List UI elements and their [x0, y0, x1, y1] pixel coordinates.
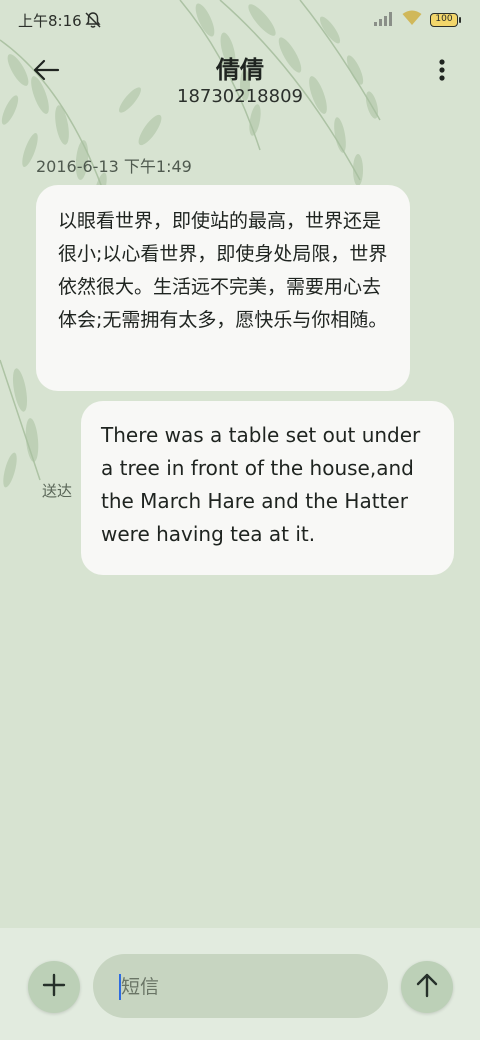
contact-name: 倩倩 — [216, 56, 264, 84]
delivered-status: 送达 — [42, 482, 73, 500]
outgoing-message-text: There was a table set out under a tree i… — [101, 423, 421, 546]
status-indicators: 100 — [374, 10, 461, 30]
incoming-message-text: 以眼看世界，即使站的最高，世界还是很小;以心看世界，即使身处局限，世界依然很大。… — [58, 210, 388, 331]
wifi-icon — [402, 10, 422, 30]
status-time: 上午8:16 — [18, 12, 82, 30]
more-vert-icon — [438, 58, 446, 86]
battery-level: 100 — [435, 14, 453, 24]
message-input[interactable] — [119, 970, 373, 1004]
status-bar: 上午8:16 100 — [0, 0, 480, 40]
add-attachment-button[interactable] — [28, 961, 80, 1013]
outgoing-message-bubble[interactable]: There was a table set out under a tree i… — [81, 401, 454, 575]
send-button[interactable] — [401, 961, 453, 1013]
send-arrow-up-icon — [415, 972, 439, 1002]
battery-icon: 100 — [430, 13, 461, 27]
signal-icon — [374, 11, 394, 30]
contact-phone-number: 18730218809 — [177, 86, 303, 107]
message-input-container[interactable] — [93, 954, 388, 1018]
incoming-message-bubble[interactable]: 以眼看世界，即使站的最高，世界还是很小;以心看世界，即使身处局限，世界依然很大。… — [36, 185, 410, 391]
message-composer — [0, 928, 480, 1040]
more-options-button[interactable] — [430, 54, 454, 90]
conversation-header: 倩倩 18730218809 — [0, 40, 480, 120]
mute-icon — [84, 11, 102, 33]
message-timestamp: 2016-6-13 下午1:49 — [36, 157, 192, 176]
plus-icon — [42, 973, 66, 1001]
